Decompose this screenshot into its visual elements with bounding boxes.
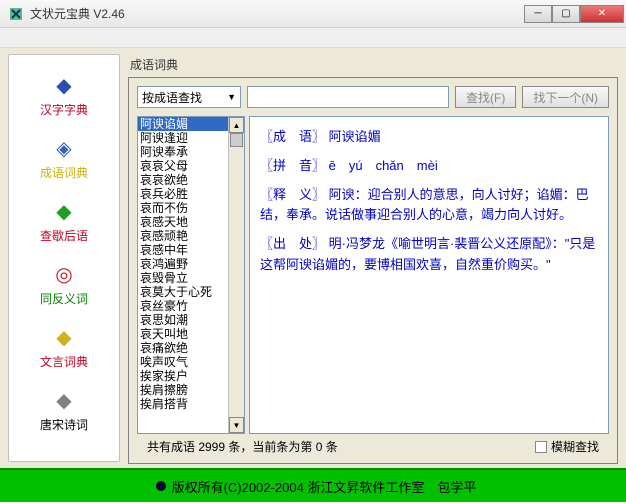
app-icon	[8, 6, 24, 22]
content-row: 阿谀谄媚阿谀逢迎阿谀奉承哀哀父母哀哀欲绝哀兵必胜哀而不伤哀感天地哀感顽艳哀感中年…	[137, 116, 609, 434]
titlebar: 文状元宝典 V2.46 ─ ▢ ✕	[0, 0, 626, 28]
sidebar-item-5[interactable]: ◆ 唐宋诗词	[17, 380, 111, 437]
list-item[interactable]: 阿谀谄媚	[138, 117, 228, 131]
list-item[interactable]: 阿谀逢迎	[138, 131, 228, 145]
list-items: 阿谀谄媚阿谀逢迎阿谀奉承哀哀父母哀哀欲绝哀兵必胜哀而不伤哀感天地哀感顽艳哀感中年…	[138, 117, 228, 411]
sidebar-item-0[interactable]: ◆ 汉字字典	[17, 65, 111, 122]
footer: 版权所有(C)2002-2004 浙江文昇软件工作室 包学平	[0, 468, 626, 502]
list-item[interactable]: 挨家挨户	[138, 369, 228, 383]
idiom-listbox[interactable]: 阿谀谄媚阿谀逢迎阿谀奉承哀哀父母哀哀欲绝哀兵必胜哀而不伤哀感天地哀感顽艳哀感中年…	[137, 116, 245, 434]
list-item[interactable]: 哀丝豪竹	[138, 299, 228, 313]
body-area: ◆ 汉字字典 ◈ 成语词典 ◆ 查歇后语 ◎ 同反义词 ◆ 文言词典 ◆ 唐宋诗词 成语词典 按成语查…	[0, 48, 626, 468]
list-item[interactable]: 哀思如潮	[138, 313, 228, 327]
def-idiom: 〖成 语〗 阿谀谄媚	[260, 127, 598, 148]
find-next-button[interactable]: 找下一个(N)	[522, 86, 609, 108]
sidebar-icon-1: ◈	[49, 134, 79, 162]
checkbox-label: 模糊查找	[551, 438, 599, 455]
chevron-down-icon: ▼	[227, 92, 236, 102]
sidebar-item-4[interactable]: ◆ 文言词典	[17, 317, 111, 374]
list-item[interactable]: 哀毁骨立	[138, 271, 228, 285]
search-row: 按成语查找 ▼ 查找(F) 找下一个(N)	[137, 86, 609, 108]
list-item[interactable]: 哀兵必胜	[138, 187, 228, 201]
list-item[interactable]: 挨肩擦膀	[138, 383, 228, 397]
combo-label: 按成语查找	[142, 89, 202, 106]
sidebar: ◆ 汉字字典 ◈ 成语词典 ◆ 查歇后语 ◎ 同反义词 ◆ 文言词典 ◆ 唐宋诗词	[8, 54, 120, 462]
list-item[interactable]: 哀感天地	[138, 215, 228, 229]
sidebar-icon-2: ◆	[49, 197, 79, 225]
footer-dot-icon	[156, 481, 166, 491]
list-item[interactable]: 哀感中年	[138, 243, 228, 257]
scroll-thumb[interactable]	[230, 133, 243, 147]
def-meaning: 〖释 义〗 阿谀：迎合别人的意思，向人讨好；谄媚：巴结，奉承。说话做事迎合别人的…	[260, 185, 598, 227]
checkbox-box-icon	[535, 441, 547, 453]
search-input[interactable]	[247, 86, 449, 108]
list-item[interactable]: 哀感顽艳	[138, 229, 228, 243]
sidebar-label-0: 汉字字典	[40, 101, 88, 118]
list-item[interactable]: 哀天叫地	[138, 327, 228, 341]
sidebar-item-1[interactable]: ◈ 成语词典	[17, 128, 111, 185]
sidebar-item-3[interactable]: ◎ 同反义词	[17, 254, 111, 311]
list-item[interactable]: 挨肩搭背	[138, 397, 228, 411]
minimize-button[interactable]: ─	[524, 5, 552, 23]
close-button[interactable]: ✕	[580, 5, 624, 23]
list-item[interactable]: 阿谀奉承	[138, 145, 228, 159]
list-item[interactable]: 哀而不伤	[138, 201, 228, 215]
sidebar-icon-3: ◎	[49, 260, 79, 288]
status-row: 共有成语 2999 条，当前条为第 0 条 模糊查找	[137, 434, 609, 455]
sidebar-label-4: 文言词典	[40, 353, 88, 370]
sidebar-label-3: 同反义词	[40, 290, 88, 307]
panel-box: 按成语查找 ▼ 查找(F) 找下一个(N) 阿谀谄媚阿谀逢迎阿谀奉承哀哀父母哀哀…	[128, 77, 618, 464]
footer-text: 版权所有(C)2002-2004 浙江文昇软件工作室 包学平	[172, 477, 477, 496]
sidebar-icon-5: ◆	[49, 386, 79, 414]
fuzzy-checkbox[interactable]: 模糊查找	[535, 438, 599, 455]
main-panel: 成语词典 按成语查找 ▼ 查找(F) 找下一个(N) 阿谀谄媚阿谀逢迎阿谀奉承哀…	[128, 52, 618, 464]
sidebar-label-2: 查歇后语	[40, 227, 88, 244]
search-button[interactable]: 查找(F)	[455, 86, 516, 108]
sidebar-icon-4: ◆	[49, 323, 79, 351]
list-item[interactable]: 唉声叹气	[138, 355, 228, 369]
sidebar-icon-0: ◆	[49, 71, 79, 99]
def-pinyin: 〖拼 音〗 ē yú chǎn mèi	[260, 156, 598, 177]
list-item[interactable]: 哀莫大于心死	[138, 285, 228, 299]
list-item[interactable]: 哀鸿遍野	[138, 257, 228, 271]
panel-title: 成语词典	[128, 52, 618, 77]
scroll-down-icon[interactable]: ▼	[229, 417, 244, 433]
status-text: 共有成语 2999 条，当前条为第 0 条	[147, 438, 338, 455]
list-item[interactable]: 哀痛欲绝	[138, 341, 228, 355]
sidebar-item-2[interactable]: ◆ 查歇后语	[17, 191, 111, 248]
window-title: 文状元宝典 V2.46	[30, 5, 524, 22]
menubar	[0, 28, 626, 48]
sidebar-label-5: 唐宋诗词	[40, 416, 88, 433]
sidebar-label-1: 成语词典	[40, 164, 88, 181]
window-controls: ─ ▢ ✕	[524, 5, 624, 23]
list-item[interactable]: 哀哀父母	[138, 159, 228, 173]
list-scrollbar[interactable]: ▲ ▼	[228, 117, 244, 433]
def-source: 〖出 处〗 明·冯梦龙《喻世明言·裴晋公义还原配》："只是这帮阿谀谄媚的，要博相…	[260, 234, 598, 276]
definition-box: 〖成 语〗 阿谀谄媚 〖拼 音〗 ē yú chǎn mèi 〖释 义〗 阿谀：…	[249, 116, 609, 434]
scroll-up-icon[interactable]: ▲	[229, 117, 244, 133]
search-mode-combo[interactable]: 按成语查找 ▼	[137, 86, 241, 108]
maximize-button[interactable]: ▢	[552, 5, 580, 23]
list-item[interactable]: 哀哀欲绝	[138, 173, 228, 187]
